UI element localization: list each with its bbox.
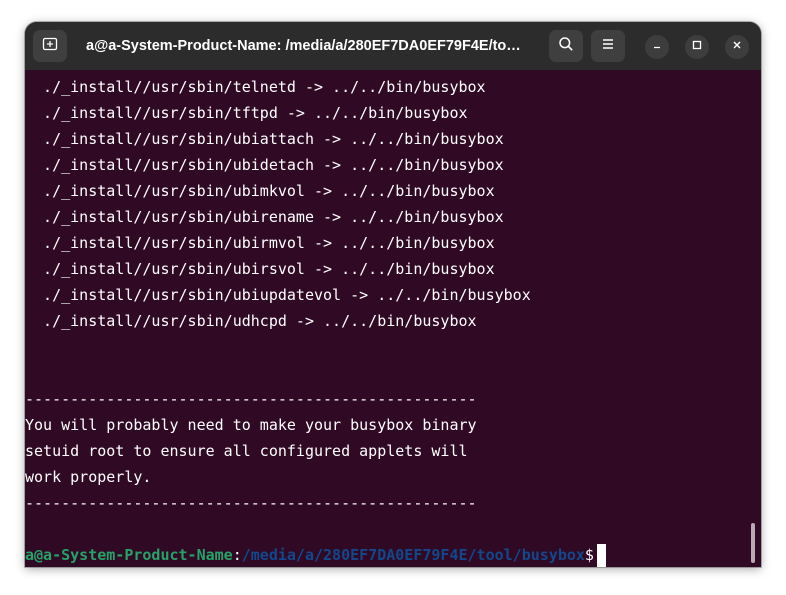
output-line: ./_install//usr/sbin/ubiattach -> ../../…: [25, 130, 504, 148]
message-line: work properly.: [25, 468, 152, 486]
hamburger-menu-icon: [600, 36, 616, 57]
menu-button[interactable]: [591, 30, 625, 62]
new-tab-icon: [42, 36, 58, 57]
prompt-colon: :: [232, 546, 242, 564]
output-line: ./_install//usr/sbin/ubirename -> ../../…: [25, 208, 504, 226]
output-line: ./_install//usr/sbin/udhcpd -> ../../bin…: [25, 312, 477, 330]
minimize-icon: [651, 38, 663, 56]
prompt-dollar: $: [584, 546, 594, 564]
maximize-button[interactable]: [685, 35, 709, 59]
output-line: ./_install//usr/sbin/ubirmvol -> ../../b…: [25, 234, 495, 252]
terminal-window: a@a-System-Product-Name: /media/a/280EF7…: [25, 22, 761, 567]
output-line: ./_install//usr/sbin/ubirsvol -> ../../b…: [25, 260, 495, 278]
output-line: ./_install//usr/sbin/telnetd -> ../../bi…: [25, 78, 486, 96]
maximize-icon: [691, 38, 703, 56]
output-line: ./_install//usr/sbin/ubidetach -> ../../…: [25, 156, 504, 174]
output-line: ./_install//usr/sbin/ubimkvol -> ../../b…: [25, 182, 495, 200]
output-line: ./_install//usr/sbin/tftpd -> ../../bin/…: [25, 104, 468, 122]
scrollbar-thumb[interactable]: [751, 523, 755, 563]
window-title: a@a-System-Product-Name: /media/a/280EF7…: [86, 38, 521, 54]
new-tab-button[interactable]: [33, 30, 67, 62]
separator-line: ----------------------------------------…: [25, 390, 477, 408]
search-icon: [558, 36, 574, 57]
prompt-user-host: a@a-System-Product-Name: [25, 546, 233, 564]
close-button[interactable]: [725, 35, 749, 59]
terminal-output[interactable]: ./_install//usr/sbin/telnetd -> ../../bi…: [25, 70, 761, 567]
text-cursor: [596, 543, 606, 567]
title-bar: a@a-System-Product-Name: /media/a/280EF7…: [25, 22, 761, 70]
separator-line: ----------------------------------------…: [25, 494, 477, 512]
prompt-path: /media/a/280EF7DA0EF79F4E/tool/busybox: [241, 546, 585, 564]
minimize-button[interactable]: [645, 35, 669, 59]
output-line: ./_install//usr/sbin/ubiupdatevol -> ../…: [25, 286, 531, 304]
message-line: You will probably need to make your busy…: [25, 416, 477, 434]
close-icon: [731, 38, 743, 56]
message-line: setuid root to ensure all configured app…: [25, 442, 468, 460]
shell-prompt[interactable]: a@a-System-Product-Name:/media/a/280EF7D…: [25, 542, 606, 567]
search-button[interactable]: [549, 30, 583, 62]
